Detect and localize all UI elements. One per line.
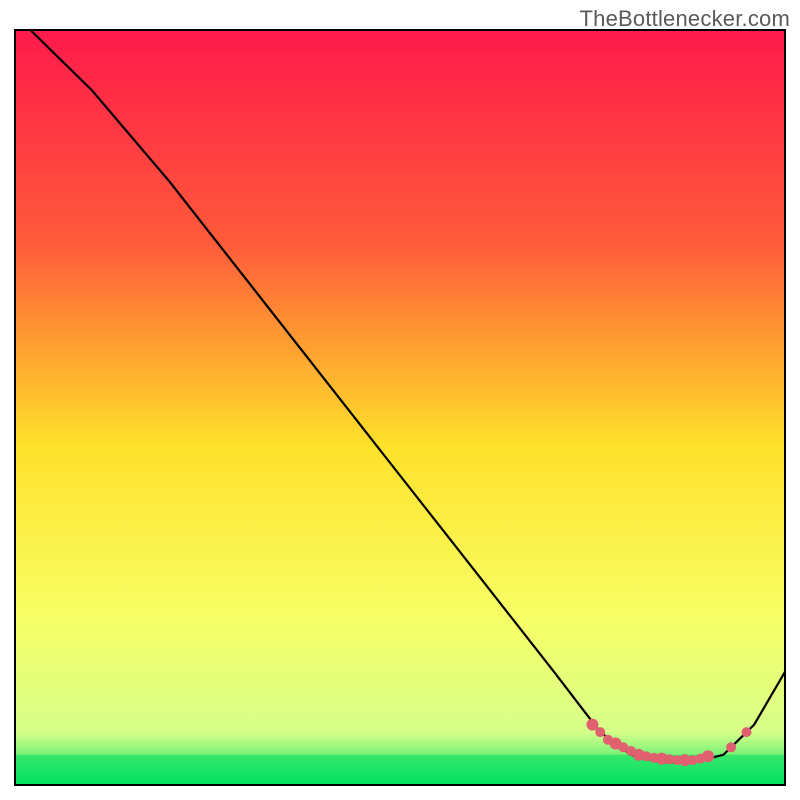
attribution-text: TheBottlenecker.com xyxy=(580,6,790,32)
chart-container: TheBottlenecker.com xyxy=(0,0,800,800)
marker-dot xyxy=(726,742,736,752)
marker-dot xyxy=(595,727,605,737)
marker-dot xyxy=(702,750,714,762)
gradient-background xyxy=(15,30,785,785)
bottleneck-chart xyxy=(0,0,800,800)
marker-dot xyxy=(742,727,752,737)
